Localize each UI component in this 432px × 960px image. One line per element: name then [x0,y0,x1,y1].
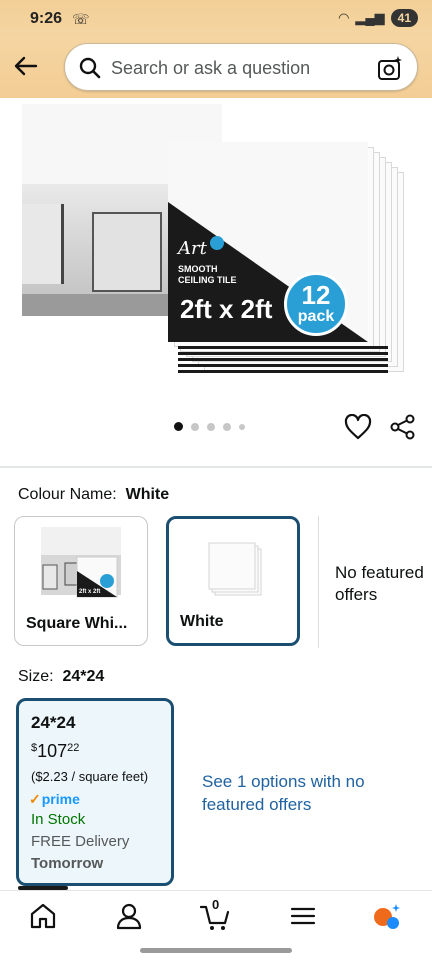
swatch-separator [318,516,319,648]
signal-icon: ▂▄▆ [355,10,385,25]
no-featured-offers-text: No featured offers [335,563,424,604]
carousel-dot[interactable] [191,422,199,431]
swatch-label: White [180,613,224,630]
pack-badge: 12 pack [284,272,348,336]
prime-check-icon: ✓ [29,791,41,807]
search-bar[interactable] [64,43,418,91]
colour-selected: White [125,486,170,503]
colour-name-label: Colour Name: White [18,486,170,503]
missed-call-icon: ☏ [72,11,90,27]
tile-edges [178,346,388,376]
wishlist-heart-icon[interactable] [344,414,372,440]
account-icon[interactable] [114,901,144,931]
carousel-dot[interactable] [207,422,215,431]
see-options-link[interactable]: See 1 options with no featured offers [202,770,402,816]
swatch-thumbnail [208,542,262,596]
product-image-carousel[interactable]: Art SMOOTH CEILING TILE 2ft x 2ft 12 pac… [0,98,432,440]
size-label: Size: 24*24 [18,668,105,685]
battery-icon: 41 [390,9,418,27]
swatch-label: Square Whi... [26,615,128,632]
delivery-text: FREE Delivery [31,833,130,850]
colour-option-white[interactable]: White [166,516,300,646]
cart-button[interactable]: 0 [199,897,230,931]
brand-badge [210,236,224,250]
size-selected: 24*24 [62,668,105,685]
svg-text:2ft x 2ft: 2ft x 2ft [79,589,100,595]
wifi-icon: ◠ [338,10,350,25]
product-tag: SMOOTH CEILING TILE [178,264,237,285]
status-time: 9:26 [30,10,63,27]
price: $10722 [31,741,80,761]
menu-icon[interactable] [288,901,318,931]
cart-count: 0 [212,897,220,912]
delivery-day: Tomorrow [31,855,104,872]
stock-status: In Stock [31,811,86,828]
bottom-navigation: 0 [0,890,432,940]
prime-badge: ✓prime [29,791,80,807]
product-image: Art SMOOTH CEILING TILE 2ft x 2ft 12 pac… [168,142,408,378]
size-option-title: 24*24 [31,713,76,732]
size-option-card[interactable]: 24*24 $10722 ($2.23 / square feet) ✓prim… [16,698,174,886]
status-icons: ◠ ▂▄▆ 41 [338,9,418,27]
app-header [0,38,432,98]
carousel-dot[interactable] [239,423,245,430]
colour-option-square-white[interactable]: 2ft x 2ft Square Whi... [14,516,148,646]
brand-logo: Art [178,238,207,259]
rufus-assistant-icon[interactable] [372,901,402,931]
unit-price: ($2.23 / square feet) [31,769,149,784]
carousel-dot[interactable] [174,422,183,431]
search-input[interactable] [111,56,371,80]
camera-search-icon[interactable] [377,55,403,81]
gesture-bar [140,948,292,953]
back-arrow-icon[interactable] [12,52,40,80]
carousel-dots[interactable] [174,422,245,431]
search-icon [79,57,101,79]
home-icon[interactable] [28,901,58,931]
section-divider [0,466,432,468]
swatch-thumbnail: 2ft x 2ft [41,527,121,598]
share-icon[interactable] [390,414,416,440]
status-bar: 9:26 ☏ ◠ ▂▄▆ 41 [0,0,432,38]
carousel-dot[interactable] [223,422,231,431]
product-size-text: 2ft x 2ft [180,294,273,324]
